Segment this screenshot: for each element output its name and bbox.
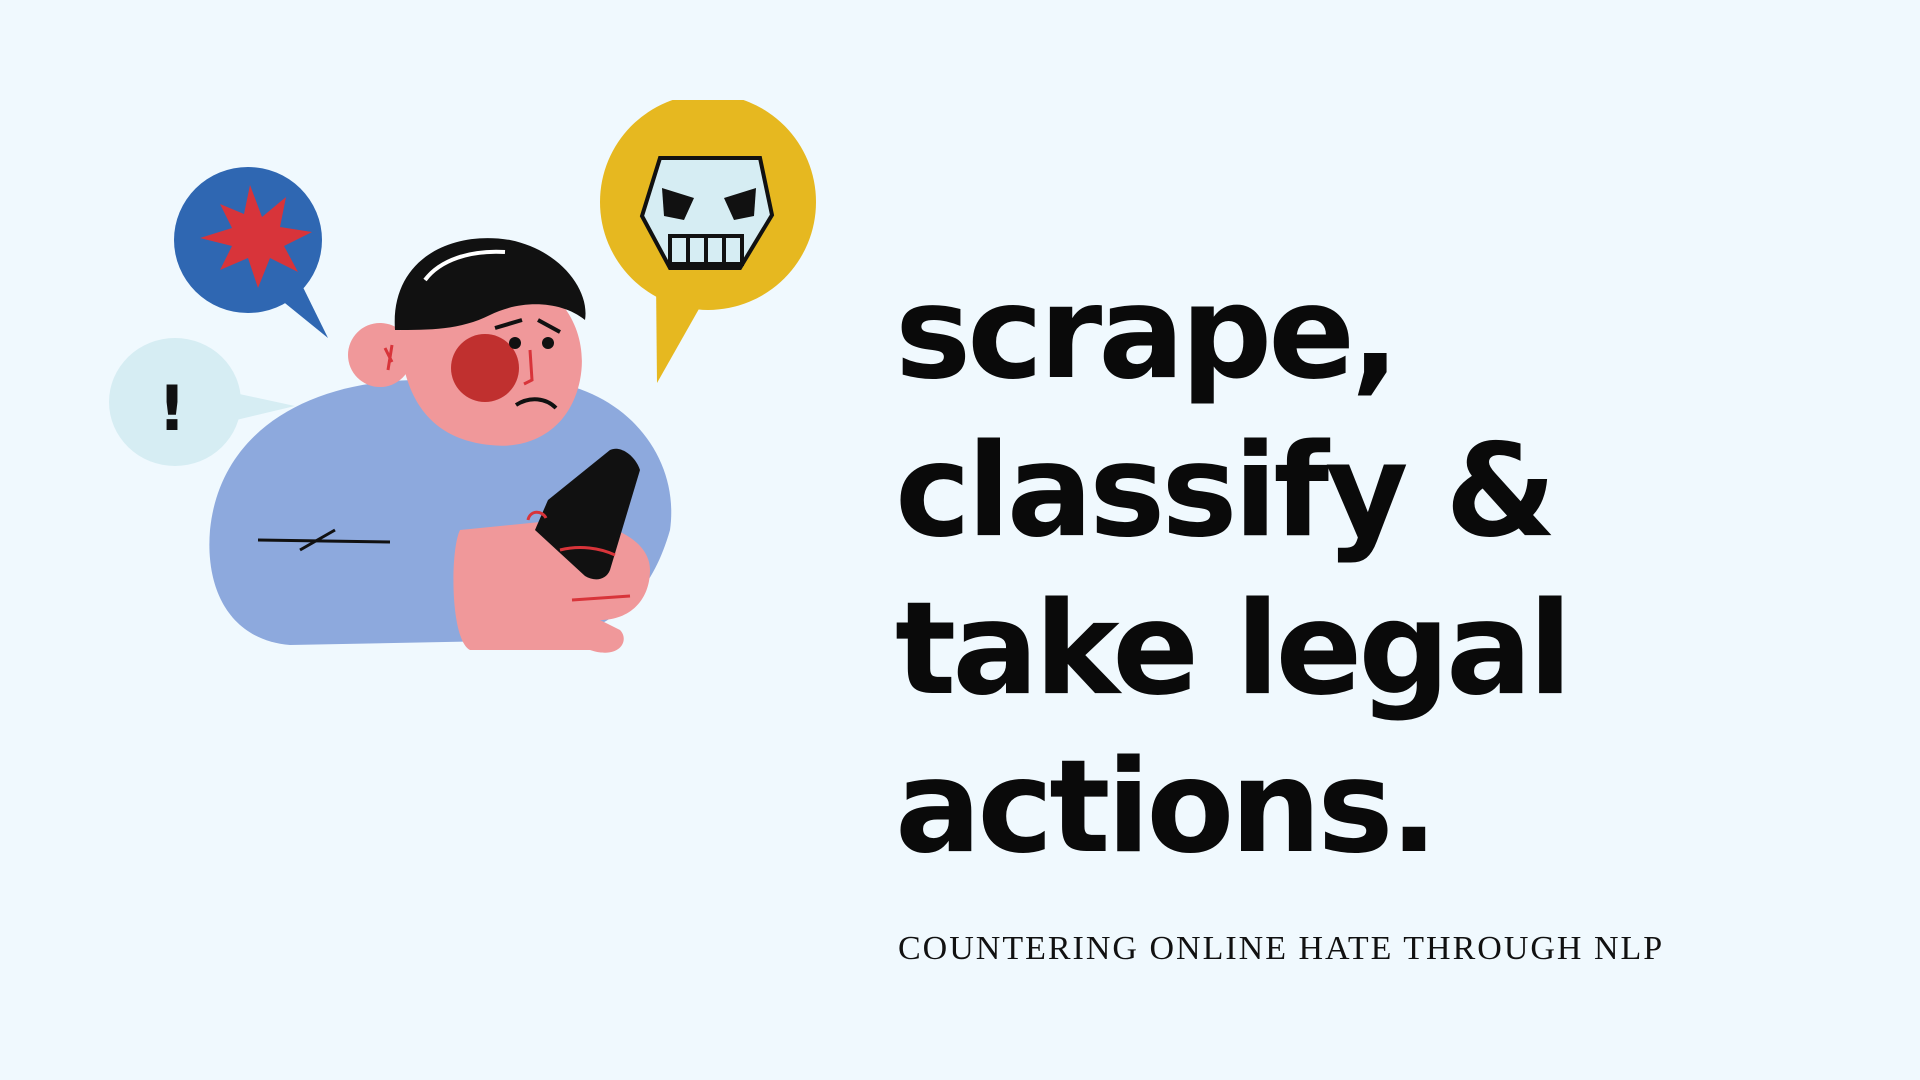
left-eye: [509, 337, 521, 349]
harassed-person-illustration: !: [109, 100, 816, 653]
right-eye: [542, 337, 554, 349]
headline-line-1: scrape,: [895, 259, 1400, 408]
headline-line-2: classify &: [895, 417, 1557, 566]
cheek: [451, 334, 519, 402]
headline: scrape, classify & take legal actions.: [895, 255, 1855, 887]
slide: ! scrape, classify & take legal actions.…: [0, 0, 1920, 1080]
angry-speech-bubble: [174, 167, 328, 338]
skull-speech-bubble: [600, 100, 816, 383]
subtitle: COUNTERING ONLINE HATE THROUGH NLP: [898, 930, 1665, 967]
headline-line-3: take legal: [895, 575, 1572, 724]
headline-line-4: actions.: [895, 733, 1438, 882]
exclamation-icon: !: [158, 372, 186, 445]
